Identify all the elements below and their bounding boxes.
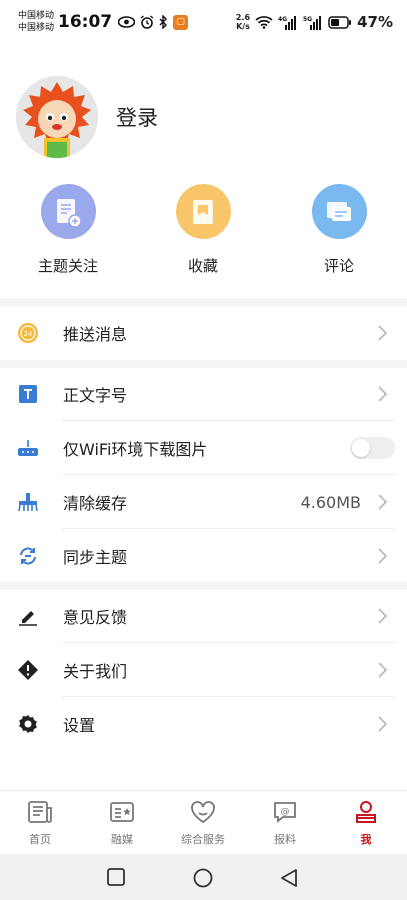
bluetooth-icon [159,15,168,29]
menu-wifi-only-images: 仅WiFi环境下载图片 [0,421,407,475]
tab-label: 报料 [274,833,296,846]
menu-label: 正文字号 [63,386,128,405]
profile-header[interactable]: 登录 [16,76,158,158]
app-notification-icon: ▢ [173,14,189,30]
chevron-right-icon [378,608,387,624]
tab-services[interactable]: 综合服务 [163,799,243,847]
info-diamond-icon [17,659,39,681]
media-icon [110,802,134,822]
action-comments[interactable]: 评论 [284,184,394,276]
menu-label: 仅WiFi环境下载图片 [63,440,208,459]
section-divider [0,298,407,306]
carrier-1: 中国移动 [18,11,55,21]
system-nav-bar [0,854,407,900]
services-icon [191,801,215,824]
menu-feedback[interactable]: 意见反馈 [0,589,407,643]
menu-sync-topics[interactable]: 同步主题 [0,529,407,583]
svg-text:4G: 4G [278,16,287,23]
action-label: 评论 [323,257,354,275]
router-icon [17,437,39,459]
broom-icon [17,491,39,513]
push-notification-icon: 24 [17,322,39,344]
menu-label: 清除缓存 [63,494,128,513]
action-subscriptions[interactable]: 主题关注 [13,184,123,276]
menu-clear-cache[interactable]: 清除缓存 4.60MB [0,475,407,529]
menu-label: 设置 [63,716,96,735]
news-icon [28,801,52,823]
cache-size-value: 4.60MB [300,492,361,512]
action-favorites[interactable]: 收藏 [148,184,258,276]
chevron-right-icon [378,386,387,402]
net-speed: 2.6 K/s [235,13,251,31]
profile-icon [356,801,376,823]
chevron-right-icon [378,716,387,732]
signal-5g-icon: 5G [303,15,322,30]
menu-label: 关于我们 [63,662,128,681]
wifi-only-toggle[interactable] [350,437,395,459]
tab-home[interactable]: 首页 [0,799,80,847]
tab-label: 首页 [29,833,51,846]
recent-apps-button[interactable] [107,868,125,886]
text-size-icon [17,383,39,405]
signal-4g-icon: 4G [278,15,297,30]
carrier-2: 中国移动 [18,23,55,33]
chevron-right-icon [378,325,387,341]
home-button[interactable] [193,868,213,888]
action-label: 收藏 [187,257,218,275]
tab-me[interactable]: 我 [326,799,406,847]
report-icon: @ [274,802,296,823]
chevron-right-icon [378,548,387,564]
bookmark-icon [175,184,231,239]
svg-text:@: @ [281,807,290,817]
tab-label: 融媒 [111,833,133,846]
tab-report[interactable]: @ 报料 [245,799,325,847]
svg-text:5G: 5G [303,16,312,23]
chevron-right-icon [378,662,387,678]
sync-icon [17,545,39,567]
alarm-icon [140,15,154,29]
svg-text:24: 24 [24,330,33,338]
tab-media[interactable]: 融媒 [82,799,162,847]
login-link[interactable]: 登录 [116,102,158,132]
carrier-labels: 中国移动 中国移动 [18,10,54,34]
comment-icon [311,184,367,239]
subscriptions-icon [40,184,96,239]
menu-settings[interactable]: 设置 [0,697,407,751]
quick-actions: 主题关注 收藏 评论 [0,184,407,280]
status-bar: 中国移动 中国移动 16:07 ▢ 2.6 K/s 4G 5G 47% [0,0,407,44]
menu-push-messages[interactable]: 24 推送消息 [0,306,407,360]
menu-label: 同步主题 [63,548,128,567]
wifi-icon [255,16,273,29]
chevron-right-icon [378,494,387,510]
avatar[interactable] [16,76,98,158]
back-button[interactable] [280,868,298,888]
battery-percent: 47% [357,13,393,31]
gear-icon [17,713,39,735]
menu-font-size[interactable]: 正文字号 [0,367,407,421]
tab-label: 我 [360,833,372,846]
eye-icon [118,16,136,28]
menu-label: 推送消息 [63,325,128,344]
battery-icon [328,15,352,29]
menu-label: 意见反馈 [63,608,128,627]
action-label: 主题关注 [37,257,98,275]
clock: 16:07 [58,12,113,32]
lion-mascot-icon [16,76,98,158]
menu-about-us[interactable]: 关于我们 [0,643,407,697]
tab-label: 综合服务 [181,833,225,846]
bottom-tab-bar: 首页 融媒 综合服务 @ 报料 我 [0,790,407,854]
toggle-knob [352,439,370,457]
pencil-icon [17,605,39,627]
